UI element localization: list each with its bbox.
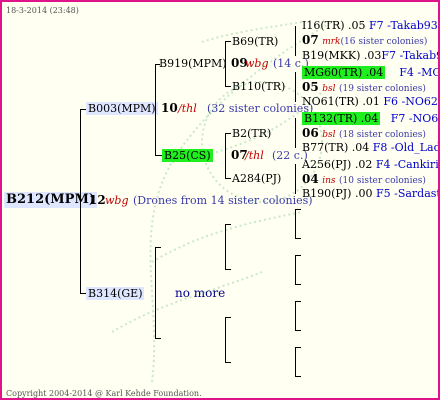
sire-dam-queen[interactable]: B25(CS) (162, 149, 213, 162)
g4-id[interactable]: A256(PJ) (302, 158, 351, 171)
sire-year: 10 (161, 101, 178, 115)
g4-id[interactable]: NO61(TR) (302, 95, 359, 108)
g4-id-green[interactable]: MG60(TR) .04 (302, 66, 386, 79)
sd-breeder: /thl (245, 149, 264, 162)
sire-sire-queen[interactable]: B919(MPM) (159, 57, 227, 70)
connector-l1 (80, 109, 81, 294)
footer-copyright: Copyright 2004-2014 @ Karl Kehde Foundat… (6, 389, 202, 398)
g4-id[interactable]: B190(PJ) (302, 187, 351, 200)
dam-queen[interactable]: B314(GE) (86, 287, 145, 300)
header-date: 18-3-2014 (23:48) (6, 6, 79, 15)
root-year: 12 (89, 193, 106, 207)
root-sisters: (Drones from 14 sister colonies) (133, 194, 313, 207)
g3-queen-b110[interactable]: B110(TR) (232, 80, 285, 93)
sire-queen[interactable]: B003(MPM) (86, 102, 158, 115)
g4-id[interactable]: I16(TR) (302, 19, 345, 32)
g3-queen-b69[interactable]: B69(TR) (232, 35, 278, 48)
sire-breeder: /thl (178, 102, 197, 115)
g4-id-green[interactable]: B132(TR) .04 (302, 112, 381, 125)
g4-id[interactable]: B19(MKK) (302, 49, 360, 62)
g4-id[interactable]: B77(TR) (302, 141, 348, 154)
root-breeder: wbg (105, 194, 129, 207)
sire-sisters: (32 sister colonies) (207, 102, 314, 115)
root-queen[interactable]: B212(MPM) (4, 192, 97, 208)
no-more-label: no more (175, 286, 226, 300)
pedigree-frame: 18-3-2014 (23:48) B212(MPM) 12 wbg (Dron… (0, 0, 440, 400)
g3-queen-a284[interactable]: A284(PJ) (232, 172, 281, 185)
connector-l2 (155, 64, 156, 156)
ss-breeder: wbg (245, 57, 269, 70)
g3-queen-b2[interactable]: B2(TR) (232, 127, 271, 140)
